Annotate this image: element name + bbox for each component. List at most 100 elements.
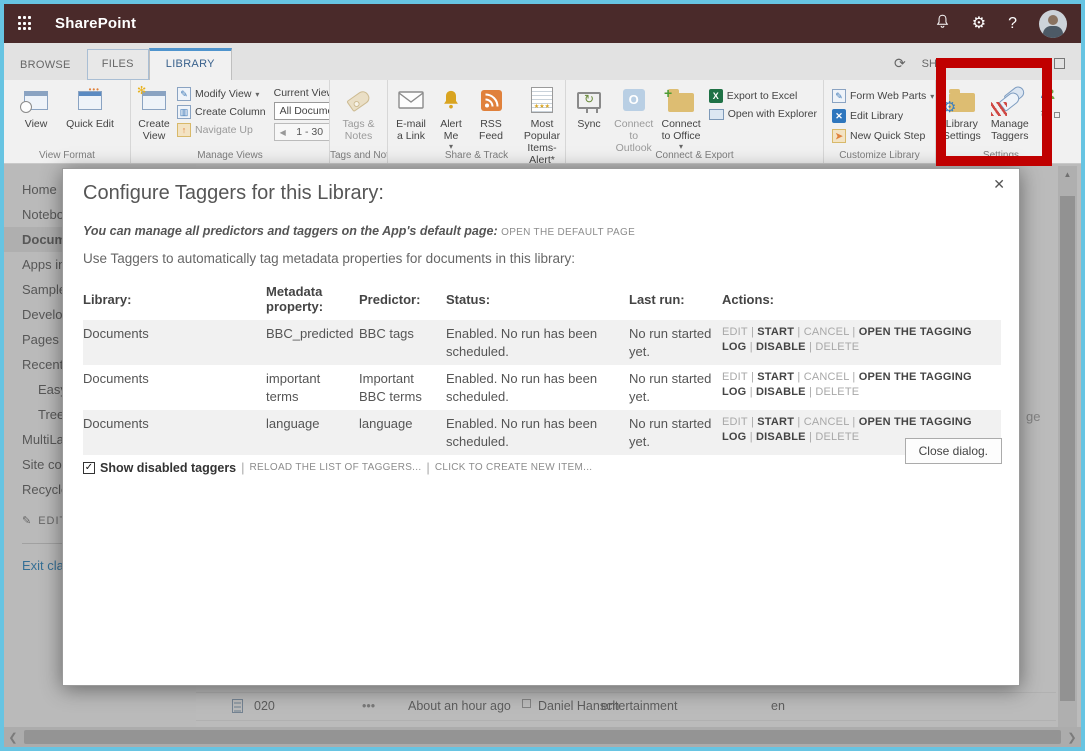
cell-predictor: language	[359, 410, 446, 455]
cell-metadata: language	[266, 410, 359, 455]
disable-action[interactable]: DISABLE	[756, 341, 806, 353]
sync-button[interactable]: ↻ Sync	[570, 83, 608, 131]
pager-prev-icon[interactable]: ◀	[280, 128, 286, 137]
create-view-button[interactable]: ✻ Create View	[135, 83, 173, 143]
group-customize-library: ✎Form Web Parts▾ ✕Edit Library ➤New Quic…	[824, 80, 936, 163]
group-connect-export: ↻ Sync O Connect to Outlook + Connect to…	[566, 80, 824, 163]
dialog-title: Configure Taggers for this Library:	[83, 182, 999, 205]
tagger-row: Documents BBC_predicted BBC tags Enabled…	[83, 320, 1001, 365]
suite-bar: SharePoint ⚙ ?	[4, 4, 1081, 43]
group-label: Manage Views	[131, 150, 329, 161]
close-dialog-button[interactable]: Close dialog.	[905, 438, 1002, 464]
show-disabled-checkbox[interactable]: ✓	[83, 462, 95, 474]
delete-action: DELETE	[815, 341, 859, 353]
view-selector-dropdown[interactable]: All Documents▾	[274, 102, 330, 120]
col-metadata: Metadata property:	[266, 281, 359, 320]
navigate-up-icon: ↑	[177, 123, 191, 137]
col-library: Library:	[83, 281, 266, 320]
excel-icon: X	[709, 89, 723, 103]
col-status: Status:	[446, 281, 629, 320]
tag-icon	[348, 84, 370, 116]
email-link-button[interactable]: E-mail a Link	[392, 83, 430, 143]
cell-library: Documents	[83, 320, 266, 365]
rss-feed-button[interactable]: RSS Feed	[472, 83, 510, 143]
office-folder-icon: +	[668, 84, 694, 116]
create-column-icon: ▥	[177, 105, 191, 119]
table-header-row: Library: Metadata property: Predictor: S…	[83, 281, 1001, 320]
item-pager[interactable]: ◀1 - 30▶	[274, 123, 330, 141]
modify-view-icon: ✎	[177, 87, 191, 101]
cancel-action: CANCEL	[804, 371, 849, 383]
form-web-parts-icon: ✎	[832, 89, 846, 103]
ribbon-command-row: View ••• Quick Edit View Format ✻ Create…	[4, 80, 1081, 164]
cancel-action: CANCEL	[804, 416, 849, 428]
connect-outlook-button: O Connect to Outlook	[610, 83, 657, 155]
start-action[interactable]: START	[757, 326, 794, 338]
cell-metadata: BBC_predicted	[266, 320, 359, 365]
edit-action: EDIT	[722, 371, 748, 383]
popular-items-icon: ★★★	[531, 84, 553, 116]
cell-status: Enabled. No run has been scheduled.	[446, 320, 629, 365]
rss-icon	[481, 84, 502, 116]
open-default-page-link[interactable]: OPEN THE DEFAULT PAGE	[501, 227, 635, 238]
disable-action[interactable]: DISABLE	[756, 431, 806, 443]
form-web-parts-button[interactable]: ✎Form Web Parts▾	[832, 89, 934, 103]
start-action[interactable]: START	[757, 371, 794, 383]
edit-library-button[interactable]: ✕Edit Library	[832, 109, 934, 123]
new-quick-step-button[interactable]: ➤New Quick Step	[832, 129, 934, 143]
dialog-intro: Use Taggers to automatically tag metadat…	[83, 251, 999, 266]
tab-files[interactable]: FILES	[87, 49, 149, 80]
taggers-table: Library: Metadata property: Predictor: S…	[83, 281, 1001, 455]
delete-action: DELETE	[815, 431, 859, 443]
outlook-icon: O	[623, 84, 645, 116]
create-new-item-link[interactable]: CLICK TO CREATE NEW ITEM...	[435, 462, 593, 473]
cell-status: Enabled. No run has been scheduled.	[446, 410, 629, 455]
reload-taggers-link[interactable]: RELOAD THE LIST OF TAGGERS...	[250, 462, 422, 473]
cell-predictor: Important BBC terms	[359, 365, 446, 410]
delete-action: DELETE	[815, 386, 859, 398]
tab-browse[interactable]: BROWSE	[4, 51, 87, 80]
create-view-icon: ✻	[142, 84, 166, 116]
settings-gear-icon[interactable]: ⚙	[972, 16, 986, 32]
cell-predictor: BBC tags	[359, 320, 446, 365]
suite-bar-title: SharePoint	[55, 15, 136, 32]
group-tags-notes: Tags & Notes Tags and Notes	[330, 80, 388, 163]
edit-action: EDIT	[722, 326, 748, 338]
view-button[interactable]: View	[17, 83, 55, 131]
open-explorer-button[interactable]: Open with Explorer	[709, 107, 817, 120]
quick-edit-button[interactable]: ••• Quick Edit	[63, 83, 117, 131]
group-label: Share & Track	[388, 150, 565, 161]
alert-me-button[interactable]: Alert Me ▾	[432, 83, 470, 152]
group-view-format: View ••• Quick Edit View Format	[4, 80, 131, 163]
cell-library: Documents	[83, 365, 266, 410]
help-icon[interactable]: ?	[1008, 16, 1017, 32]
highlight-box	[936, 58, 1052, 166]
group-label: Connect & Export	[566, 150, 823, 161]
tab-library[interactable]: LIBRARY	[149, 48, 232, 80]
focus-mode-icon[interactable]	[1054, 58, 1065, 69]
refresh-icon[interactable]: ⟳	[894, 55, 906, 72]
export-excel-button[interactable]: XExport to Excel	[709, 89, 817, 103]
explorer-icon	[709, 109, 724, 120]
modify-view-button[interactable]: ✎Modify View▾	[177, 87, 266, 101]
show-disabled-label[interactable]: Show disabled taggers	[100, 461, 236, 475]
close-icon[interactable]: ✕	[993, 176, 1005, 193]
group-label: View Format	[4, 150, 130, 161]
create-column-button[interactable]: ▥Create Column	[177, 105, 266, 119]
col-predictor: Predictor:	[359, 281, 446, 320]
cell-last-run: No run started yet.	[629, 410, 722, 455]
user-avatar[interactable]	[1039, 10, 1067, 38]
disable-action[interactable]: DISABLE	[756, 386, 806, 398]
notifications-bell-icon[interactable]	[935, 13, 950, 34]
cell-actions: EDIT | START | CANCEL | OPEN THE TAGGING…	[722, 365, 1001, 410]
connect-office-button[interactable]: + Connect to Office ▾	[659, 83, 702, 152]
configure-taggers-dialog: ✕ Configure Taggers for this Library: Yo…	[62, 168, 1020, 686]
cell-last-run: No run started yet.	[629, 365, 722, 410]
start-action[interactable]: START	[757, 416, 794, 428]
app-launcher-icon[interactable]	[18, 16, 33, 31]
navigate-up-button: ↑Navigate Up	[177, 123, 266, 137]
quick-edit-icon: •••	[78, 84, 102, 116]
tagger-row: Documents language language Enabled. No …	[83, 410, 1001, 455]
quick-step-icon: ➤	[832, 129, 846, 143]
cell-library: Documents	[83, 410, 266, 455]
